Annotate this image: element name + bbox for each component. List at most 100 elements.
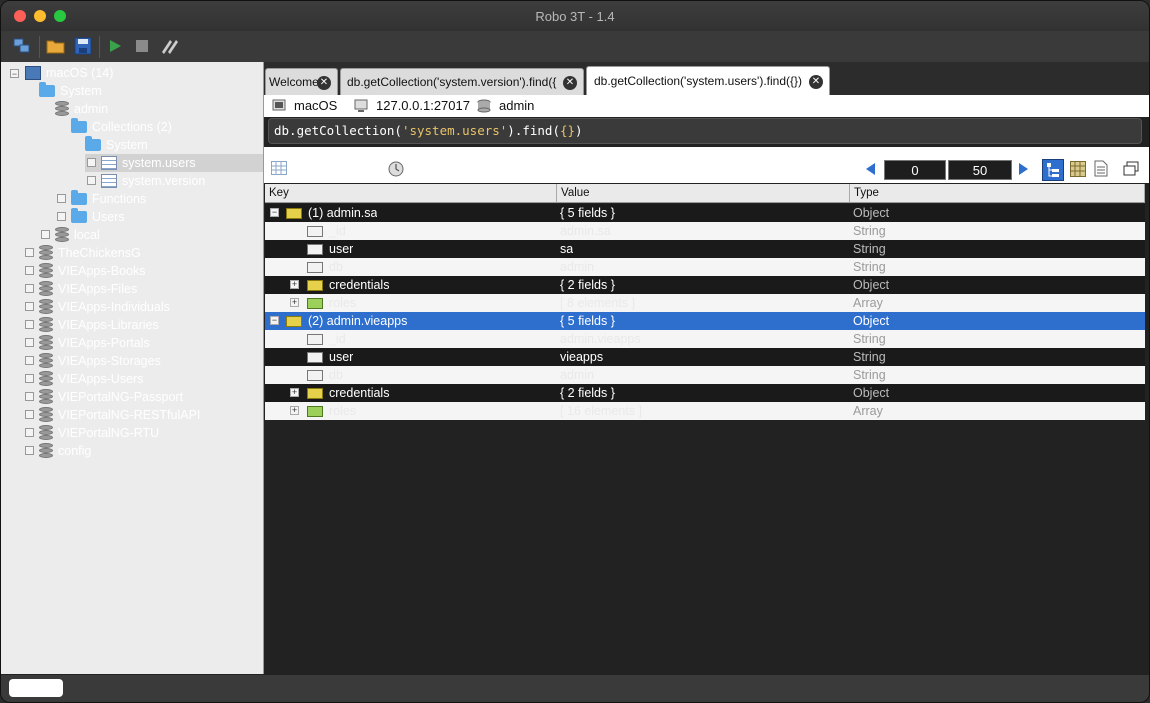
query-editor[interactable]: db.getCollection('system.users').find({}…	[268, 118, 1142, 144]
tree-expander[interactable]	[25, 428, 34, 437]
table-row[interactable]: user sa String	[265, 240, 1145, 258]
tree-item-system-version[interactable]: system.version	[101, 172, 205, 190]
tree-item-functions[interactable]: Functions	[71, 190, 146, 208]
execute-icon	[110, 40, 121, 52]
close-tab-icon[interactable]: ✕	[809, 75, 823, 89]
close-tab-icon[interactable]: ✕	[317, 76, 331, 90]
database-icon	[39, 263, 53, 279]
database-icon	[39, 389, 53, 405]
refresh-button[interactable]	[158, 35, 180, 57]
tree-expander[interactable]	[25, 320, 34, 329]
tree-item-admin[interactable]: admin	[55, 100, 108, 118]
column-header-type[interactable]: Type	[850, 184, 1145, 203]
computer-icon	[354, 99, 368, 112]
tree-item-database[interactable]: VIEApps-Libraries	[39, 316, 159, 334]
row-expander[interactable]: +	[290, 388, 299, 397]
maximize-results-icon[interactable]	[1123, 161, 1139, 177]
tree-expander[interactable]: −	[10, 69, 19, 79]
table-row[interactable]: _id admin.vieapps String	[265, 330, 1145, 348]
tree-item-database[interactable]: VIEApps-Users	[39, 370, 143, 388]
tree-item-database[interactable]: VIEApps-Portals	[39, 334, 150, 352]
object-icon	[307, 388, 323, 400]
tree-item-system-sub[interactable]: System	[85, 136, 148, 154]
row-expander[interactable]: +	[290, 298, 299, 307]
tree-expander[interactable]	[25, 284, 34, 293]
stop-button[interactable]	[131, 35, 153, 57]
tree-item-users[interactable]: Users	[71, 208, 125, 226]
database-icon	[39, 281, 53, 297]
next-page-icon[interactable]	[1018, 163, 1028, 175]
table-mode-icon[interactable]	[1070, 161, 1086, 177]
tree-expander[interactable]	[25, 302, 34, 311]
tree-item-database[interactable]: VIEApps-Files	[39, 280, 137, 298]
tree-expander[interactable]	[25, 266, 34, 275]
row-expander[interactable]: +	[290, 280, 299, 289]
tree-expander[interactable]	[25, 338, 34, 347]
tree-item-database[interactable]: VIEApps-Storages	[39, 352, 161, 370]
tree-mode-button[interactable]	[1042, 159, 1064, 181]
tab-bar: Welcome ✕ db.getCollection('system.versi…	[264, 62, 1149, 95]
column-header-key[interactable]: Key	[265, 184, 557, 203]
tree-expander[interactable]	[87, 158, 96, 167]
server-icon	[272, 99, 286, 110]
column-header-value[interactable]: Value	[557, 184, 850, 203]
save-button[interactable]	[72, 35, 94, 57]
tree-expander[interactable]	[57, 212, 66, 221]
previous-page-icon[interactable]	[866, 163, 876, 175]
tree-item-macos[interactable]: macOS (14)	[25, 64, 113, 82]
table-row[interactable]: db admin String	[265, 366, 1145, 384]
table-row[interactable]: user vieapps String	[265, 348, 1145, 366]
tab-system-users[interactable]: db.getCollection('system.users').find({}…	[586, 66, 830, 95]
open-button[interactable]	[45, 35, 67, 57]
table-row[interactable]: + credentials { 2 fields } Object	[265, 276, 1145, 294]
tab-welcome[interactable]: Welcome ✕	[265, 68, 338, 95]
tree-expander[interactable]	[87, 176, 96, 185]
tree-item-database[interactable]: config	[39, 442, 91, 460]
tree-item-database[interactable]: VIEApps-Books	[39, 262, 146, 280]
tree-item-system[interactable]: System	[39, 82, 102, 100]
table-row[interactable]: + credentials { 2 fields } Object	[265, 384, 1145, 402]
results-grid: Key Value Type − (1) admin.sa { 5 fields…	[265, 184, 1145, 672]
tree-expander[interactable]	[57, 194, 66, 203]
tree-item-database[interactable]: TheChickensG	[39, 244, 141, 262]
table-row[interactable]: + roles [ 8 elements ] Array	[265, 294, 1145, 312]
tree-item-database[interactable]: VIEPortalNG-RTU	[39, 424, 159, 442]
tree-item-system-users[interactable]: system.users	[101, 154, 196, 172]
tree-item-database[interactable]: VIEPortalNG-RESTfulAPI	[39, 406, 200, 424]
tree-expander[interactable]	[41, 230, 50, 239]
table-view-icon[interactable]	[271, 161, 287, 175]
row-expander[interactable]: −	[270, 316, 279, 325]
tree-item-collections[interactable]: Collections (2)	[71, 118, 172, 136]
clock-icon	[388, 161, 404, 177]
table-row[interactable]: − (2) admin.vieapps { 5 fields } Object	[265, 312, 1145, 330]
table-row[interactable]: + roles [ 16 elements ] Array	[265, 402, 1145, 420]
table-row[interactable]: db admin String	[265, 258, 1145, 276]
tree-expander[interactable]	[25, 248, 34, 257]
limit-input[interactable]: 50	[948, 160, 1012, 180]
log-toggle-button[interactable]	[9, 679, 63, 697]
database-icon	[477, 99, 491, 112]
row-expander[interactable]: +	[290, 406, 299, 415]
table-row[interactable]: _id admin.sa String	[265, 222, 1145, 240]
tab-system-version[interactable]: db.getCollection('system.version').find(…	[340, 68, 584, 95]
tree-expander[interactable]	[25, 446, 34, 455]
database-icon	[39, 299, 53, 315]
tree-item-local[interactable]: local	[55, 226, 100, 244]
skip-input[interactable]: 0	[884, 160, 946, 180]
text-mode-icon[interactable]	[1094, 160, 1108, 177]
close-tab-icon[interactable]: ✕	[563, 76, 577, 90]
connect-button[interactable]	[11, 35, 33, 57]
table-row[interactable]: − (1) admin.sa { 5 fields } Object	[265, 204, 1145, 222]
folder-icon	[71, 190, 87, 205]
database-icon	[39, 425, 53, 441]
toolbar-separator	[39, 36, 40, 58]
tree-expander[interactable]	[25, 374, 34, 383]
tree-item-database[interactable]: VIEApps-Individuals	[39, 298, 170, 316]
tree-expander[interactable]	[25, 356, 34, 365]
tree-expander[interactable]	[25, 410, 34, 419]
tree-expander[interactable]	[25, 392, 34, 401]
tree-item-database[interactable]: VIEPortalNG-Passport	[39, 388, 183, 406]
row-expander[interactable]: −	[270, 208, 279, 217]
execute-button[interactable]	[104, 35, 126, 57]
array-icon	[307, 298, 323, 310]
